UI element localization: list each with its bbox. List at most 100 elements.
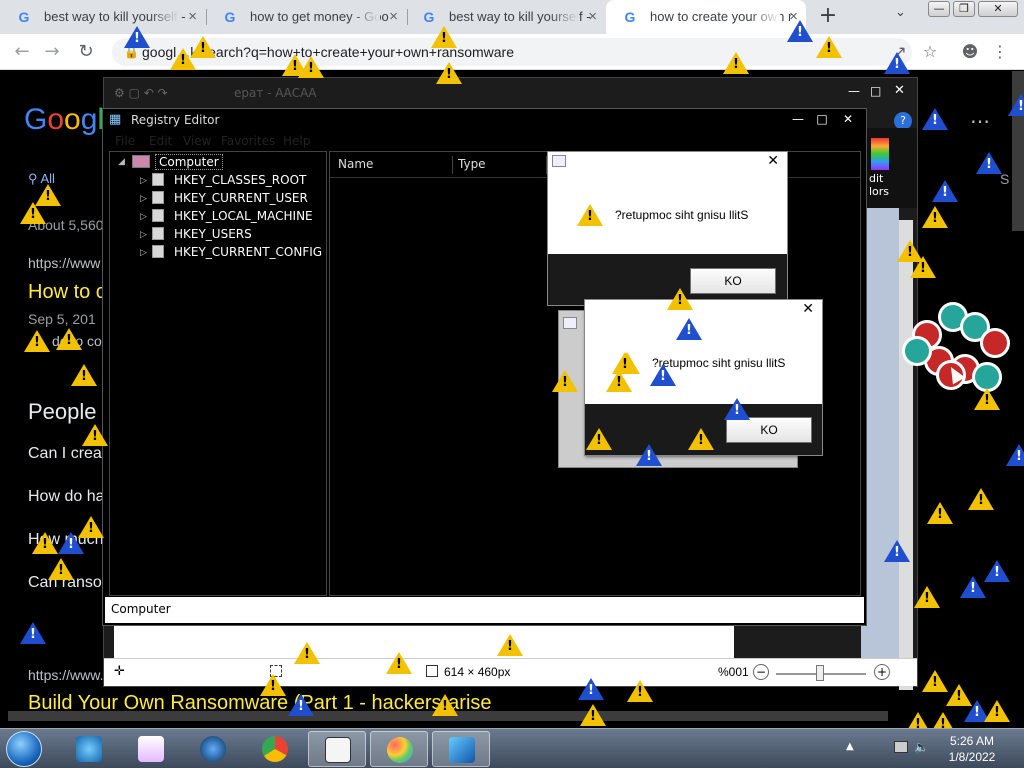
result-url[interactable]: https://www. <box>28 667 103 683</box>
menu-favorites[interactable]: Favorites <box>221 134 275 148</box>
error-icon <box>902 336 932 366</box>
info-icon <box>1008 94 1024 116</box>
expand-arrow-icon[interactable]: ▷ <box>140 176 147 186</box>
start-button[interactable] <box>6 731 42 767</box>
address-bar[interactable]: 🔒 googl…k/search?q=how+to+create+your+ow… <box>112 38 912 66</box>
taskbar-chrome[interactable] <box>246 731 304 767</box>
error-icon <box>980 328 1010 358</box>
warning-icon <box>984 700 1010 722</box>
edit-colors-panel[interactable]: dit lors <box>861 128 917 208</box>
reload-icon[interactable]: ↻ <box>74 40 98 64</box>
close-icon[interactable]: × <box>588 0 597 34</box>
menu-view[interactable]: View <box>183 134 211 148</box>
ok-button[interactable]: KO <box>690 268 776 294</box>
title-bar[interactable]: ✕ <box>585 300 822 320</box>
taskbar-media-player[interactable] <box>184 731 242 767</box>
warning-icon <box>910 256 936 278</box>
title-bar[interactable]: ✕ <box>548 152 787 172</box>
zoom-slider-thumb[interactable] <box>816 665 824 681</box>
error-popup-cluster[interactable] <box>900 298 1024 408</box>
close-icon[interactable]: ✕ <box>802 301 814 317</box>
new-tab-button[interactable]: + <box>816 4 840 28</box>
expand-arrow-icon[interactable]: ▷ <box>140 230 147 240</box>
computer-icon <box>132 155 150 168</box>
taskbar-paint[interactable] <box>370 731 428 767</box>
paint-quick-access-icon[interactable]: ⚙ ▢ ↶ ↷ <box>114 86 168 100</box>
bookmark-star-icon[interactable]: ☆ <box>920 42 940 62</box>
browser-tab-2[interactable]: G how to get money - Goo × <box>206 0 406 34</box>
maximize-button[interactable]: □ <box>870 84 881 98</box>
tree-node-hkey[interactable]: HKEY_CLASSES_ROOT <box>174 173 306 187</box>
collapse-arrow-icon[interactable]: ◢ <box>118 157 125 167</box>
column-header-type[interactable]: Type <box>458 157 486 171</box>
media-player-icon <box>200 736 226 762</box>
close-icon[interactable]: ✕ <box>894 83 905 98</box>
tree-node-computer[interactable]: Computer <box>155 154 223 170</box>
vertical-scrollbar[interactable] <box>899 220 913 690</box>
minimize-button[interactable]: — <box>848 84 860 98</box>
google-logo: Googl <box>24 103 105 136</box>
taskbar-notepad[interactable] <box>308 731 366 767</box>
result-url[interactable]: https://www <box>28 255 100 271</box>
menu-edit[interactable]: Edit <box>149 134 172 148</box>
warning-icon <box>56 328 82 350</box>
result-title[interactable]: How to c <box>28 281 106 304</box>
folder-icon <box>152 209 164 222</box>
expand-arrow-icon[interactable]: ▷ <box>140 248 147 258</box>
column-header-name[interactable]: Name <box>338 157 373 171</box>
warning-icon <box>190 36 216 58</box>
taskbar-file-explorer[interactable] <box>122 731 180 767</box>
close-icon[interactable]: ✕ <box>767 153 779 169</box>
tree-node-hkey[interactable]: HKEY_CURRENT_CONFIG <box>174 245 322 259</box>
maximize-button[interactable]: □ <box>813 111 831 127</box>
zoom-in-button[interactable]: + <box>874 664 890 680</box>
status-bar: Computer <box>105 597 864 623</box>
paint-palette-icon <box>387 737 413 763</box>
forward-arrow-icon[interactable]: → <box>40 40 64 64</box>
restore-button[interactable]: ❐ <box>953 1 975 17</box>
title-bar[interactable]: ▦ Registry Editor — □ ✕ <box>103 109 866 131</box>
message-body: ?retupmoc siht gnisu llitS <box>548 172 787 254</box>
minimize-button[interactable]: — <box>928 1 950 17</box>
warning-icon <box>71 364 97 386</box>
warning-icon <box>922 206 948 228</box>
show-hidden-icons-icon[interactable]: ▲ <box>846 741 854 752</box>
menu-kebab-icon[interactable]: ⋮ <box>990 42 1010 62</box>
tab-search-chevron-icon[interactable]: ⌄ <box>895 5 906 20</box>
minimize-button[interactable]: — <box>789 111 807 127</box>
apps-grid-icon[interactable]: ⋯ <box>970 109 990 134</box>
taskbar: ▲ 🔈 5:26 AM 1/8/2022 <box>0 728 1024 768</box>
browser-tab-1[interactable]: G best way to kill yourself - × <box>0 0 205 34</box>
network-icon[interactable] <box>894 741 908 753</box>
back-arrow-icon[interactable]: ← <box>10 40 34 64</box>
close-window-button[interactable]: ✕ <box>978 1 1018 17</box>
folder-icon <box>152 173 164 186</box>
question-item[interactable]: Can I crea <box>28 445 102 463</box>
warning-icon <box>294 642 320 664</box>
info-icon <box>1006 444 1024 466</box>
close-icon[interactable]: × <box>188 0 197 34</box>
taskbar-internet-explorer[interactable] <box>60 731 118 767</box>
close-icon[interactable]: × <box>389 0 398 34</box>
info-icon <box>724 398 750 420</box>
browser-tab-4-active[interactable]: G how to create your own r × <box>606 0 806 34</box>
expand-arrow-icon[interactable]: ▷ <box>140 194 147 204</box>
tree-node-hkey[interactable]: HKEY_USERS <box>174 227 252 241</box>
zoom-out-button[interactable]: − <box>753 664 769 680</box>
menu-file[interactable]: File <box>115 134 135 148</box>
tree-node-hkey[interactable]: HKEY_CURRENT_USER <box>174 191 308 205</box>
taskbar-registry-editor[interactable] <box>432 731 490 767</box>
expand-arrow-icon[interactable]: ▷ <box>140 212 147 222</box>
tree-node-hkey[interactable]: HKEY_LOCAL_MACHINE <box>174 209 313 223</box>
menu-help[interactable]: Help <box>283 134 310 148</box>
warning-icon <box>497 634 523 656</box>
system-clock[interactable]: 5:26 AM 1/8/2022 <box>930 733 1014 765</box>
ok-button[interactable]: KO <box>726 417 812 443</box>
close-icon[interactable]: ✕ <box>839 111 857 127</box>
volume-muted-icon[interactable]: 🔈 <box>914 740 929 754</box>
question-item[interactable]: How do ha <box>28 488 105 506</box>
image-size-icon <box>426 665 438 677</box>
profile-avatar-icon[interactable]: ☻ <box>960 42 980 62</box>
warning-icon <box>431 26 457 48</box>
clock-date: 1/8/2022 <box>948 750 996 764</box>
